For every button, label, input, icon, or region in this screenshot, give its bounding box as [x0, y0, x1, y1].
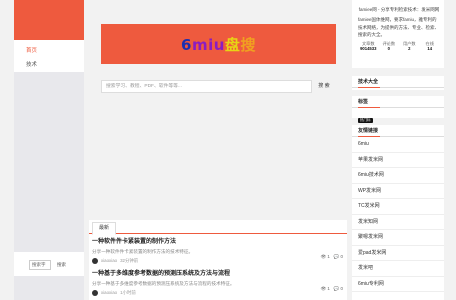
article-author[interactable]: xiaoxiao	[101, 256, 117, 265]
left-sidebar: 首页 技术 搜索字 搜索	[14, 0, 84, 300]
comment-count[interactable]: 💬 0	[334, 254, 343, 260]
logo-part-sou: 搜	[240, 35, 256, 54]
friend-link[interactable]: TC发米网	[352, 199, 444, 215]
article-summary: 分享一种基于多维度参考数据的预测压系统及方法与流程的技术特征。	[92, 281, 235, 286]
list-item[interactable]: 一种基于多维度参考数据的预测压系统及方法与流程 分享一种基于多维度参考数据的预测…	[89, 266, 347, 298]
site-info-panel: famiee网 - 分享专利检索技术：发米网网 famiee国体维网，要求fam…	[352, 0, 444, 68]
tags-panel-title: 标签	[352, 96, 444, 108]
friend-links-panel: 友情链接 6miu 苹果发米网 6miu技术网 WP发米网 TC发米网 发米知网…	[352, 125, 444, 300]
friend-link[interactable]: WP发米网	[352, 184, 444, 199]
search-input[interactable]: 搜索学习、教程、PDF、软件等等...	[101, 80, 312, 93]
tech-panel-title: 技术大全	[352, 76, 444, 88]
logo-part-pan: 盘	[224, 35, 241, 54]
site-logo[interactable]: 6miu盘搜	[181, 34, 256, 55]
tag-item[interactable]: 热门标	[358, 118, 373, 123]
logo-part-miu: miu	[191, 35, 225, 54]
friend-link[interactable]: 发米吧	[352, 261, 444, 277]
avatar	[92, 257, 98, 264]
article-title[interactable]: 一种基于多维度参考数据的预测压系统及方法与流程	[92, 270, 344, 279]
search-button[interactable]: 搜 索	[312, 80, 336, 93]
logo-part-6: 6	[181, 35, 192, 54]
stat-users: 用户数 2	[399, 41, 420, 52]
sidebar-header-block	[14, 0, 84, 40]
article-counts: 👁 1 💬 0	[321, 286, 343, 292]
left-nav: 首页 技术	[14, 40, 84, 72]
site-tagline: famiee网 - 分享专利检索技术：发米网网	[358, 7, 440, 12]
like-count[interactable]: 👁 1	[321, 254, 330, 260]
tags-panel: 标签 热门标	[352, 96, 444, 123]
article-meta: xiaoxiao 32分钟前	[92, 256, 344, 265]
tech-panel: 技术大全	[352, 76, 444, 90]
list-item[interactable]: 一种软件件卡紧装置的制作方法 分享一种软件件卡紧装置的制作方法的技术特征。 xi…	[89, 234, 347, 266]
article-feed: 最新 一种软件件卡紧装置的制作方法 分享一种软件件卡紧装置的制作方法的技术特征。…	[89, 220, 347, 300]
friend-link[interactable]: 6miu	[352, 137, 444, 153]
article-title[interactable]: 一种软件件卡紧装置的制作方法	[92, 238, 344, 247]
main-search: 搜索学习、教程、PDF、软件等等... 搜 索	[101, 80, 336, 93]
article-summary: 分享一种软件件卡紧装置的制作方法的技术特征。	[92, 249, 194, 254]
comment-count-value: 0	[340, 254, 343, 259]
like-count-value: 1	[327, 254, 330, 259]
site-description: famiee国体维网，要求famiu，雅专利的技术网络，为提供的方法、专业、检索…	[358, 17, 439, 37]
friend-link[interactable]: 爱pad发米网	[352, 246, 444, 261]
stat-value: 9014533	[360, 46, 377, 51]
friend-link[interactable]: 6miu技术网	[352, 168, 444, 184]
stat-online: 在线 14	[420, 41, 441, 52]
stat-articles: 文章数 9014533	[358, 41, 379, 52]
friend-links-title: 友情链接	[352, 125, 444, 137]
article-meta: xiaoxiao 1小时前	[92, 288, 344, 297]
friend-link[interactable]: 苹果发米网	[352, 153, 444, 168]
site-banner: 6miu盘搜	[101, 24, 336, 64]
stat-comments: 评论数 0	[379, 41, 400, 52]
sidebar-search: 搜索字 搜索	[14, 252, 84, 276]
avatar	[92, 289, 98, 296]
like-count-value: 1	[327, 286, 330, 291]
article-counts: 👁 1 💬 0	[321, 254, 343, 260]
article-time: 32分钟前	[120, 258, 139, 263]
nav-item-home[interactable]: 首页	[14, 44, 84, 58]
comment-count-value: 0	[340, 286, 343, 291]
article-author[interactable]: xiaoxiao	[101, 288, 117, 297]
stat-value: 0	[387, 46, 390, 51]
comment-count[interactable]: 💬 0	[334, 286, 343, 292]
site-stats: 文章数 9014533 评论数 0 用户数 2 在线 14	[358, 41, 440, 52]
friend-links-list: 6miu 苹果发米网 6miu技术网 WP发米网 TC发米网 发米知网 聚嗯发米…	[352, 137, 444, 292]
like-count[interactable]: 👁 1	[321, 286, 330, 292]
feed-tabs: 最新	[89, 220, 347, 235]
friend-link[interactable]: 发米知网	[352, 215, 444, 230]
friend-link[interactable]: 6miu专利网	[352, 277, 444, 292]
article-time: 1小时前	[120, 290, 136, 295]
friend-link[interactable]: 聚嗯发米网	[352, 230, 444, 246]
nav-item-tech[interactable]: 技术	[14, 58, 84, 72]
stat-value: 2	[408, 46, 411, 51]
sidebar-search-button[interactable]: 搜索	[54, 260, 66, 276]
stat-value: 14	[427, 46, 433, 51]
sidebar-search-input[interactable]: 搜索字	[29, 260, 51, 270]
